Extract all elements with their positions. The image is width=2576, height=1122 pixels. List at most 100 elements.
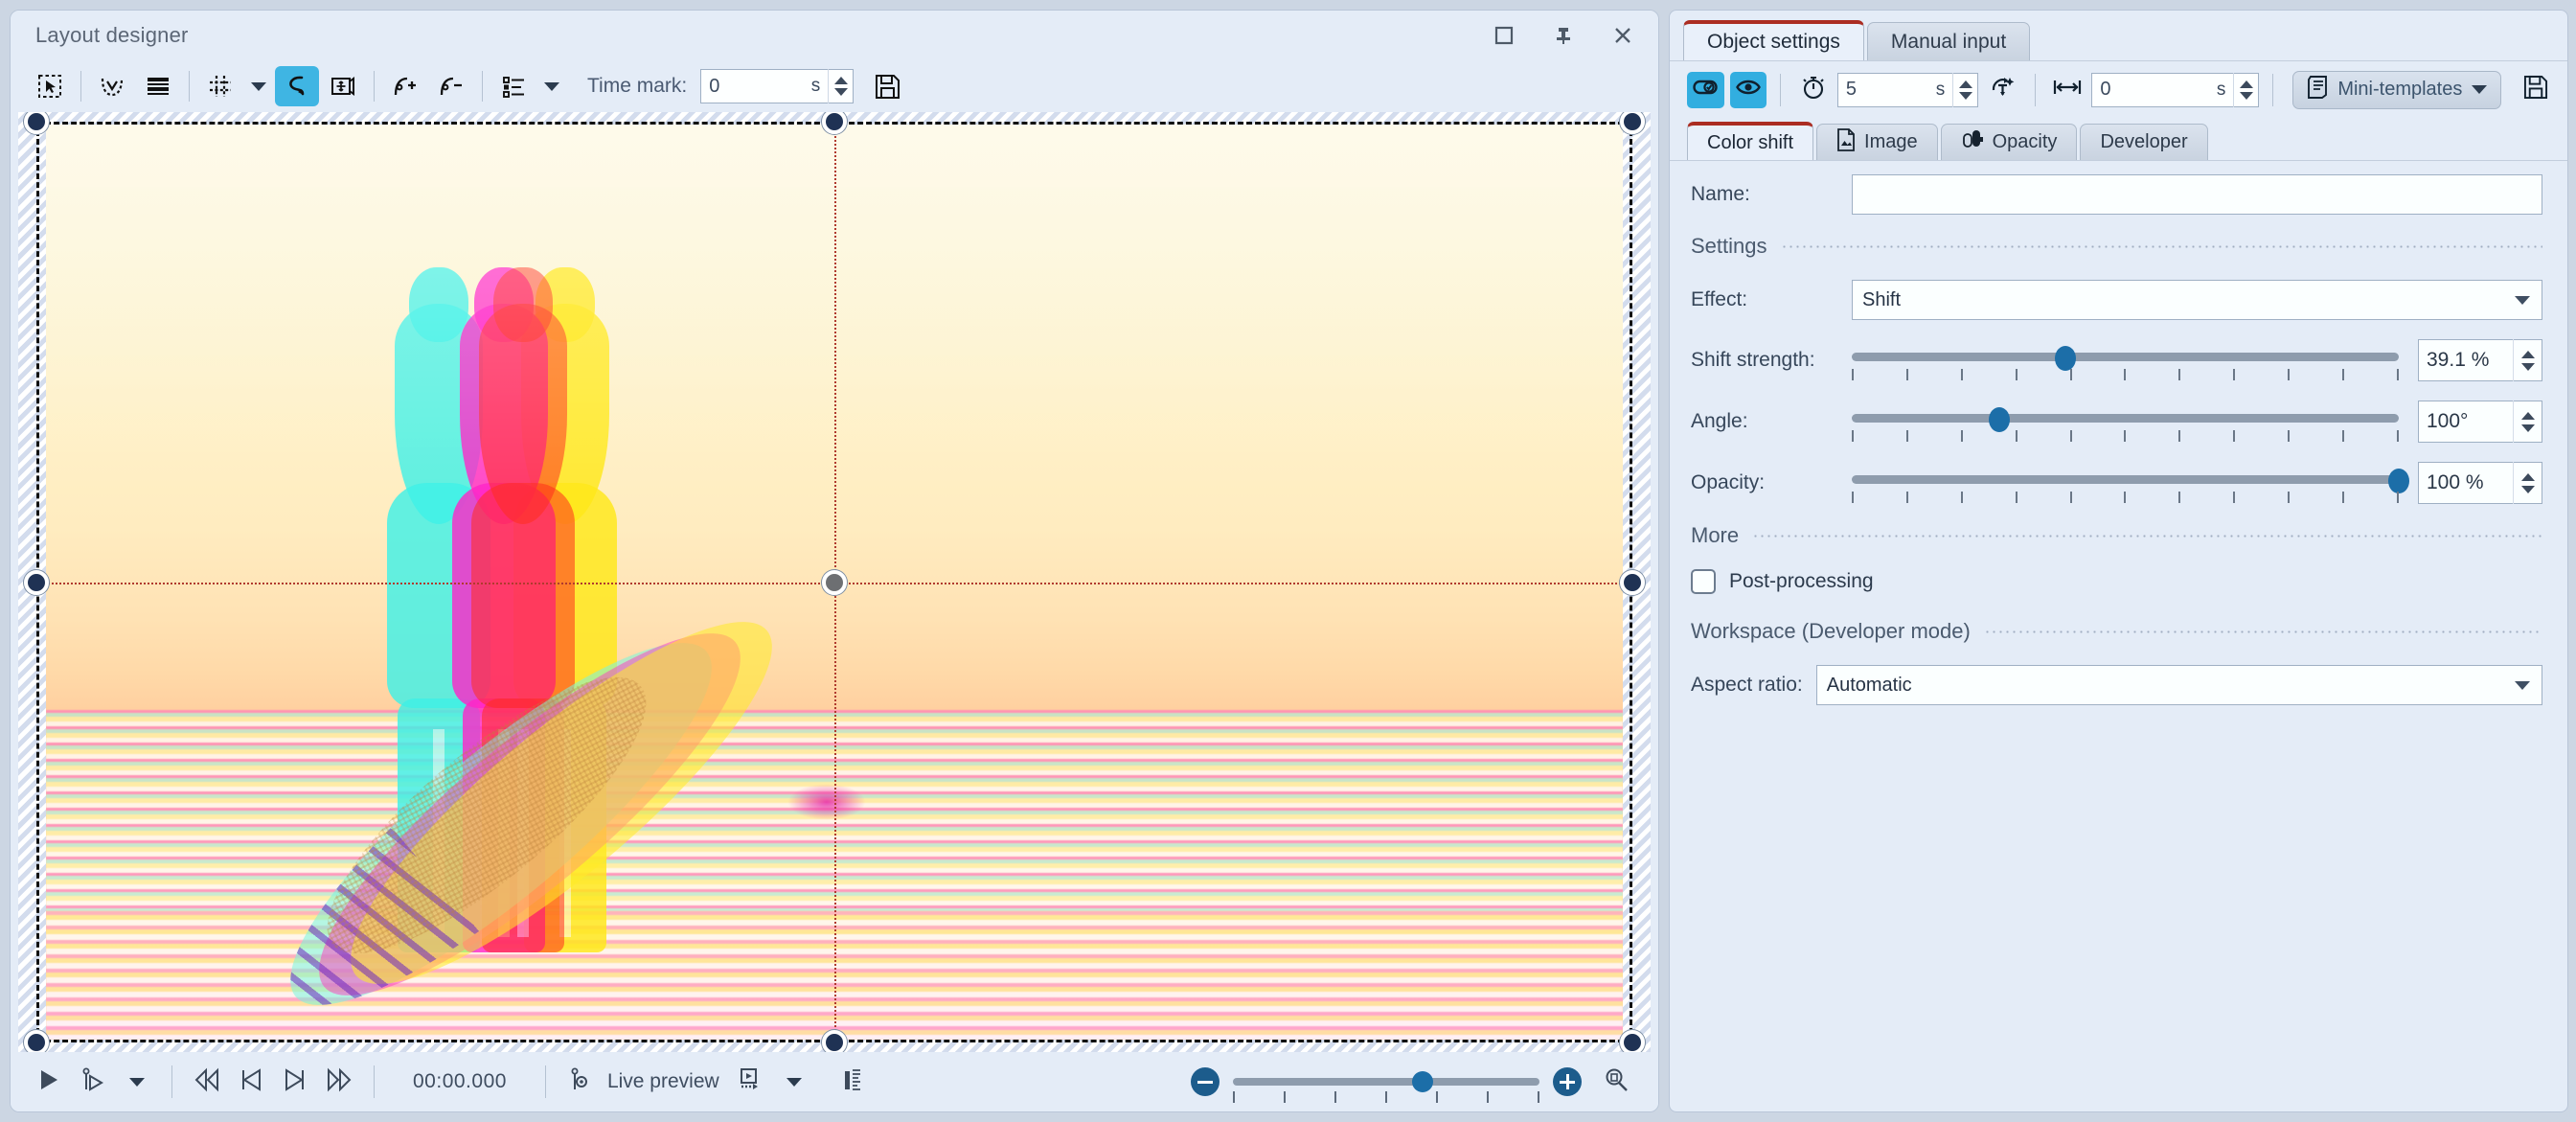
curve-tool[interactable] [90,66,134,106]
time-mark-input[interactable] [701,75,811,98]
stepper-down-icon [833,88,848,96]
list-menu-button[interactable] [537,66,566,106]
eye-icon [1736,78,1761,102]
resize-handle-middle-left[interactable] [24,569,49,595]
post-processing-checkbox[interactable] [1691,569,1716,594]
zoom-out-button[interactable] [1191,1067,1220,1096]
tab-image-label: Image [1864,131,1918,152]
tab-manual-input[interactable]: Manual input [1866,22,2031,60]
name-label: Name: [1691,183,1750,205]
animate-button[interactable] [1984,72,2021,108]
opacity-field[interactable]: 100 % [2418,462,2542,504]
resize-handle-bottom-left[interactable] [24,1030,49,1052]
toolbar-divider [80,71,81,102]
slider-thumb[interactable] [2388,469,2409,493]
transport-divider [171,1065,172,1098]
save-icon [875,74,900,100]
time-mark-unit: s [810,76,821,96]
zoom-slider[interactable] [1233,1067,1539,1103]
link-icon [1693,78,1719,102]
move-frame-tool[interactable] [321,66,365,106]
save-time-mark-button[interactable] [865,66,909,106]
grid-menu-button[interactable] [244,66,273,106]
section-rule [1780,244,2542,248]
angle-stepper[interactable] [2513,401,2542,443]
aspect-ratio-select[interactable]: Automatic [1815,665,2542,705]
save-template-button[interactable] [2517,72,2554,108]
duration-input[interactable] [1837,79,1936,101]
angle-slider[interactable] [1852,401,2399,443]
rewind-icon [194,1067,220,1097]
chevron-down-icon [786,1077,802,1087]
maximize-button[interactable] [1474,14,1534,57]
grid-tool[interactable] [198,66,242,106]
spline-tool[interactable] [275,66,319,106]
resize-handle-top-right[interactable] [1620,112,1645,134]
tab-object-settings[interactable]: Object settings [1683,20,1864,60]
duration-field[interactable]: s [1836,72,1979,107]
slider-thumb[interactable] [1989,407,2011,432]
zoom-in-button[interactable] [1553,1067,1582,1096]
live-preview-toggle[interactable] [559,1061,602,1103]
duration-stepper[interactable] [1952,72,1977,107]
visibility-toggle-button[interactable] [1729,71,1767,108]
resize-handle-bottom-right[interactable] [1620,1030,1645,1052]
shift-strength-stepper[interactable] [2513,339,2542,381]
tab-opacity[interactable]: Opacity [1940,124,2078,160]
remove-keyframe-tool[interactable] [429,66,473,106]
statistics-button[interactable] [832,1061,875,1103]
zoom-fit-button[interactable] [1595,1061,1637,1103]
offset-input[interactable] [2092,79,2217,101]
slider-ticks [1852,369,2399,380]
add-keyframe-tool[interactable] [383,66,427,106]
close-icon [1612,25,1633,46]
mini-templates-button[interactable]: Mini-templates [2292,70,2502,109]
resize-handle-bottom-center[interactable] [822,1030,847,1052]
offset-field[interactable]: s [2091,72,2260,107]
stepper-up-icon [833,77,848,84]
resize-handle-middle-right[interactable] [1620,569,1645,595]
transport-divider [544,1065,546,1098]
design-canvas[interactable] [18,112,1651,1052]
pin-button[interactable] [1534,14,1593,57]
anchor-point-handle[interactable] [822,569,847,595]
play-button[interactable] [28,1061,70,1103]
panel-content: Name: Settings Effect: Shift Shift stren… [1670,160,2567,1111]
list-tool[interactable] [491,66,536,106]
zoom-slider-thumb[interactable] [1412,1071,1434,1092]
post-processing-row[interactable]: Post-processing [1691,569,2542,594]
shift-strength-slider[interactable] [1852,339,2399,381]
time-mark-field[interactable]: s [700,69,855,103]
select-region-tool[interactable] [28,66,72,106]
play-from-marker-button[interactable] [72,1061,114,1103]
close-button[interactable] [1593,14,1653,57]
preview-menu-button[interactable] [773,1061,815,1103]
time-mark-stepper[interactable] [828,69,853,103]
zoom-slider-track [1233,1078,1539,1086]
offset-stepper[interactable] [2233,72,2258,107]
tab-image[interactable]: Image [1816,124,1938,160]
tab-developer[interactable]: Developer [2080,124,2208,160]
link-toggle-button[interactable] [1687,71,1724,108]
name-input[interactable] [1852,174,2542,215]
tab-color-shift[interactable]: Color shift [1687,122,1814,160]
effect-select[interactable]: Shift [1852,280,2542,320]
fast-forward-button[interactable] [318,1061,360,1103]
angle-field[interactable]: 100° [2418,401,2542,443]
next-frame-button[interactable] [274,1061,316,1103]
previous-frame-button[interactable] [230,1061,272,1103]
slider-thumb[interactable] [2055,346,2077,371]
opacity-slider[interactable] [1852,462,2409,504]
shift-strength-field[interactable]: 39.1 % [2418,339,2542,381]
preview-mode-button[interactable] [729,1061,771,1103]
layers-tool[interactable] [136,66,180,106]
play-menu-button[interactable] [116,1061,158,1103]
rewind-button[interactable] [186,1061,228,1103]
window-title: Layout designer [35,23,189,47]
aspect-ratio-label: Aspect ratio: [1691,674,1803,696]
more-section-title: More [1691,523,1740,547]
opacity-stepper[interactable] [2513,462,2542,504]
live-preview-icon [569,1067,592,1097]
stepper-up-icon [1958,80,1972,88]
selected-object-bounds[interactable] [24,112,1645,1052]
